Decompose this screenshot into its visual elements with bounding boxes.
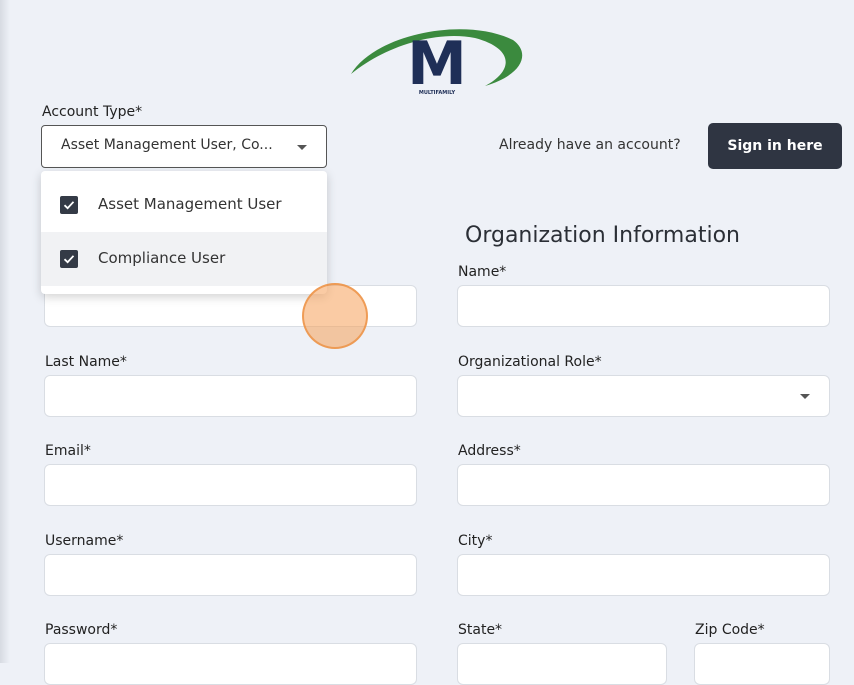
- sign-in-button[interactable]: Sign in here: [708, 123, 842, 169]
- state-label: State*: [458, 622, 503, 638]
- org-role-label: Organizational Role*: [458, 354, 602, 370]
- last-name-input[interactable]: [44, 375, 417, 417]
- city-input[interactable]: [457, 554, 830, 596]
- email-label: Email*: [45, 443, 91, 459]
- multifamily-logo: M MULTIFAMILY: [345, 12, 525, 104]
- state-select[interactable]: [457, 643, 667, 685]
- org-role-select[interactable]: [457, 375, 830, 417]
- account-type-label: Account Type*: [42, 104, 143, 120]
- account-type-dropdown: Asset Management User Compliance User: [41, 171, 327, 294]
- option-label: Compliance User: [98, 249, 226, 267]
- option-asset-management-user[interactable]: Asset Management User: [41, 178, 327, 232]
- address-label: Address*: [458, 443, 521, 459]
- svg-text:M: M: [407, 29, 467, 99]
- email-input[interactable]: [44, 464, 417, 506]
- click-cursor-indicator: [302, 283, 368, 349]
- left-edge-shadow: [0, 0, 10, 663]
- zip-code-label: Zip Code*: [695, 622, 765, 638]
- username-input[interactable]: [44, 554, 417, 596]
- org-name-label: Name*: [458, 264, 507, 280]
- svg-text:MULTIFAMILY: MULTIFAMILY: [419, 90, 456, 96]
- checkbox-checked-icon[interactable]: [60, 196, 78, 214]
- password-input[interactable]: [44, 643, 417, 685]
- checkbox-checked-icon[interactable]: [60, 250, 78, 268]
- last-name-label: Last Name*: [45, 354, 127, 370]
- caret-down-icon: [297, 145, 307, 150]
- address-input[interactable]: [457, 464, 830, 506]
- caret-down-icon: [800, 394, 810, 399]
- option-label: Asset Management User: [98, 195, 282, 213]
- option-compliance-user[interactable]: Compliance User: [41, 232, 327, 286]
- account-type-value: Asset Management User, Co...: [61, 137, 273, 153]
- city-label: City*: [458, 533, 493, 549]
- already-have-account-text: Already have an account?: [499, 137, 681, 153]
- organization-section-title: Organization Information: [465, 223, 740, 248]
- org-name-input[interactable]: [457, 285, 830, 327]
- zip-code-input[interactable]: [694, 643, 830, 685]
- password-label: Password*: [45, 622, 118, 638]
- username-label: Username*: [45, 533, 124, 549]
- account-type-select[interactable]: Asset Management User, Co...: [41, 125, 327, 168]
